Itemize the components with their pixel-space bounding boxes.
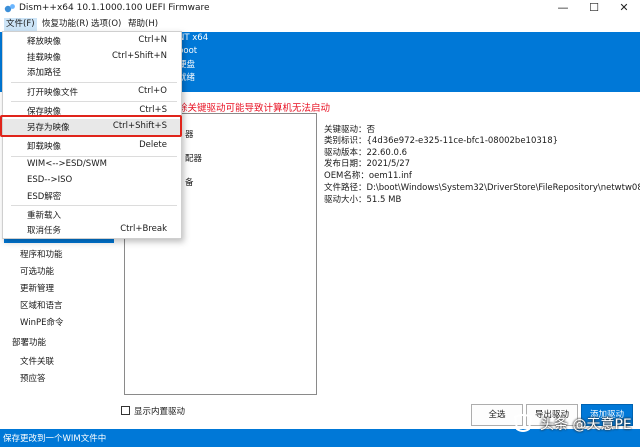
window-title: Dism++x64 10.1.1000.100 UEFI Firmware bbox=[19, 3, 210, 13]
menu-separator bbox=[11, 101, 177, 102]
status-text: 保存更改到一个WIM文件中 bbox=[3, 434, 107, 444]
menu-separator bbox=[11, 205, 177, 206]
menu-item-esd-iso[interactable]: ESD-->ISO bbox=[3, 173, 181, 189]
menu-item-label: 添加路径 bbox=[27, 68, 62, 78]
nav-winpe-command[interactable]: WinPE命令 bbox=[20, 316, 63, 328]
menu-item-label: 打开映像文件 bbox=[27, 88, 79, 98]
menu-item-release-image[interactable]: 释放映像 Ctrl+N bbox=[3, 33, 181, 49]
menu-item-shortcut: Ctrl+S bbox=[139, 105, 167, 115]
menu-item-esd-decrypt[interactable]: ESD解密 bbox=[3, 188, 181, 204]
show-builtin-label: 显示内置驱动 bbox=[134, 407, 186, 417]
menu-item-label: 卸载映像 bbox=[27, 142, 62, 152]
info-file-path: 文件路径：D:\boot\Windows\System32\DriverStor… bbox=[324, 183, 640, 193]
nav-group-deploy[interactable]: 部署功能 bbox=[12, 336, 46, 348]
menu-options[interactable]: 选项(O) bbox=[89, 18, 123, 31]
nav-file-assoc[interactable]: 文件关联 bbox=[20, 355, 54, 367]
menu-item-open-image[interactable]: 打开映像文件 Ctrl+O bbox=[3, 84, 181, 100]
close-button[interactable]: ✕ bbox=[609, 0, 639, 17]
warning-text: 除关键驱动可能导致计算机无法启动 bbox=[178, 103, 331, 114]
minimize-button[interactable]: — bbox=[548, 0, 578, 17]
tree-item[interactable]: 备 bbox=[185, 176, 194, 188]
menu-item-cancel-task[interactable]: 取消任务 Ctrl+Break bbox=[3, 222, 181, 238]
menu-item-wim-esd-swm[interactable]: WIM<-->ESD/SWM bbox=[3, 157, 181, 173]
nav-programs[interactable]: 程序和功能 bbox=[20, 248, 63, 260]
menu-item-label: 挂载映像 bbox=[27, 53, 62, 63]
menu-help[interactable]: 帮助(H) bbox=[126, 18, 160, 31]
tree-item[interactable]: 配器 bbox=[185, 152, 202, 164]
menu-separator bbox=[11, 82, 177, 83]
menu-item-add-path[interactable]: 添加路径 bbox=[3, 64, 181, 80]
menu-item-unload-image[interactable]: 卸载映像 Delete bbox=[3, 138, 181, 154]
highlight-annotation-box bbox=[0, 115, 182, 137]
maximize-button[interactable]: ☐ bbox=[579, 0, 609, 17]
header-os-line: NT x64 bbox=[178, 33, 209, 43]
nav-answer-file[interactable]: 预应答 bbox=[20, 372, 46, 384]
menu-item-shortcut: Ctrl+Break bbox=[120, 224, 167, 234]
menu-item-shortcut: Delete bbox=[139, 140, 167, 150]
menu-file[interactable]: 文件(F) bbox=[4, 18, 37, 31]
menu-item-label: 取消任务 bbox=[27, 226, 62, 236]
menu-item-shortcut: Ctrl+O bbox=[138, 86, 167, 96]
menu-item-label: ESD解密 bbox=[27, 192, 62, 202]
left-nav bbox=[0, 237, 118, 427]
info-class-id: 类别标识：{4d36e972-e325-11ce-bfc1-08002be103… bbox=[324, 136, 559, 146]
menu-item-label: WIM<-->ESD/SWM bbox=[27, 159, 107, 169]
watermark-logo-icon bbox=[513, 414, 533, 432]
watermark-text: 头条 @天意PE bbox=[540, 417, 632, 433]
show-builtin-checkbox[interactable] bbox=[121, 406, 130, 415]
menu-item-shortcut: Ctrl+N bbox=[138, 35, 167, 45]
menu-item-label: 释放映像 bbox=[27, 37, 62, 47]
info-date: 发布日期：2021/5/27 bbox=[324, 159, 411, 169]
info-oem-name: OEM名称：oem11.inf bbox=[324, 171, 412, 181]
menu-item-mount-image[interactable]: 挂载映像 Ctrl+Shift+N bbox=[3, 49, 181, 65]
nav-region-language[interactable]: 区域和语言 bbox=[20, 299, 63, 311]
menu-item-label: ESD-->ISO bbox=[27, 175, 73, 185]
app-gear-icon bbox=[4, 4, 15, 13]
nav-optional-features[interactable]: 可选功能 bbox=[20, 265, 54, 277]
nav-updates[interactable]: 更新管理 bbox=[20, 282, 54, 294]
menu-bar: 文件(F) 恢复功能(R) 选项(O) 帮助(H) bbox=[0, 17, 640, 32]
menu-item-reload[interactable]: 重新载入 bbox=[3, 207, 181, 223]
menu-item-label: 重新载入 bbox=[27, 211, 62, 221]
menu-item-shortcut: Ctrl+Shift+N bbox=[111, 51, 167, 61]
tree-item[interactable]: 器 bbox=[185, 128, 194, 140]
title-bar: Dism++x64 10.1.1000.100 UEFI Firmware — … bbox=[0, 0, 640, 17]
info-size: 驱动大小：51.5 MB bbox=[324, 195, 402, 205]
menu-restore[interactable]: 恢复功能(R) bbox=[40, 18, 91, 31]
